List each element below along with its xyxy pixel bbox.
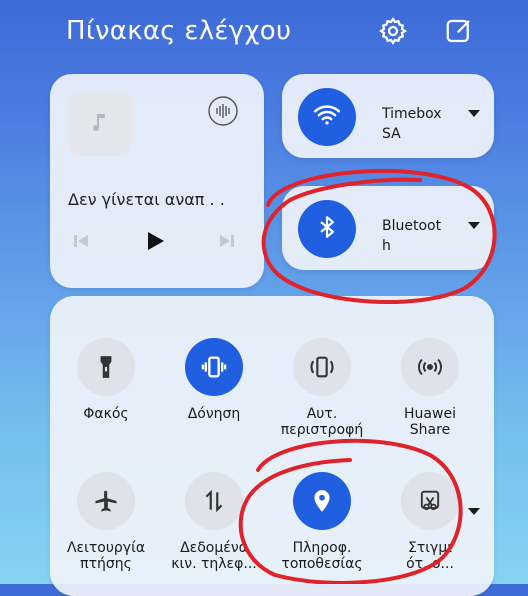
wifi-tile[interactable]: Timebox SA: [282, 74, 494, 158]
location-icon: [293, 472, 351, 530]
toggle-screenshot[interactable]: Στιγμι ότ. ο...: [380, 472, 480, 572]
toggle-label: Φακός: [83, 406, 129, 422]
toggle-location[interactable]: Πληροφ. τοποθεσίας: [272, 472, 372, 572]
toggle-airplane-mode[interactable]: Λειτουργία πτήσης: [56, 472, 156, 572]
toggle-label: Huawei Share: [404, 406, 456, 438]
bluetooth-label: Bluetoot h: [382, 218, 442, 254]
play-icon[interactable]: [138, 224, 172, 258]
bluetooth-tile[interactable]: Bluetoot h: [282, 186, 494, 270]
toggle-huawei-share[interactable]: Huawei Share: [380, 338, 480, 438]
gear-icon[interactable]: [378, 16, 408, 46]
wifi-toggle[interactable]: [298, 88, 356, 146]
bluetooth-dropdown-arrow[interactable]: [468, 222, 480, 229]
toggle-label: Λειτουργία πτήσης: [66, 540, 146, 572]
music-note-icon: [88, 110, 112, 138]
toggle-vibration[interactable]: Δόνηση: [164, 338, 264, 422]
edit-icon[interactable]: [444, 16, 474, 46]
toggles-expand-arrow[interactable]: [468, 508, 480, 515]
wifi-network-label: Timebox SA: [382, 106, 442, 142]
quick-toggles-panel: Φακός Δόνηση Αυτ. περιστροφή Huawei Shar…: [50, 296, 494, 596]
bluetooth-toggle[interactable]: [298, 200, 356, 258]
media-player-card[interactable]: Δεν γίνεται αναπ . .: [50, 74, 264, 288]
vibration-icon: [185, 338, 243, 396]
toggle-flashlight[interactable]: Φακός: [56, 338, 156, 422]
next-icon[interactable]: [210, 224, 244, 258]
wifi-dropdown-arrow[interactable]: [468, 110, 480, 117]
mobile-data-icon: [185, 472, 243, 530]
toggle-mobile-data[interactable]: Δεδομένα κιν. τηλεφ...: [164, 472, 264, 572]
auto-rotate-icon: [293, 338, 351, 396]
toggle-label: Πληροφ. τοποθεσίας: [281, 540, 363, 572]
toggle-auto-rotate[interactable]: Αυτ. περιστροφή: [272, 338, 372, 438]
toggle-label: Στιγμι ότ. ο...: [406, 540, 454, 572]
huawei-share-icon: [401, 338, 459, 396]
bluetooth-icon: [314, 214, 340, 244]
media-title: Δεν γίνεται αναπ . .: [68, 190, 225, 209]
page-title: Πίνακας ελέγχου: [66, 16, 292, 46]
screenshot-icon: [401, 472, 459, 530]
toggle-label: Αυτ. περιστροφή: [280, 406, 364, 438]
toggle-label: Δόνηση: [187, 406, 241, 422]
album-art: [68, 92, 132, 156]
wifi-icon: [312, 100, 342, 134]
flashlight-icon: [77, 338, 135, 396]
control-panel-header: Πίνακας ελέγχου: [0, 0, 528, 70]
airplane-icon: [77, 472, 135, 530]
sound-effect-icon[interactable]: [206, 94, 240, 128]
toggle-label: Δεδομένα κιν. τηλεφ...: [171, 540, 257, 572]
previous-icon[interactable]: [64, 224, 98, 258]
